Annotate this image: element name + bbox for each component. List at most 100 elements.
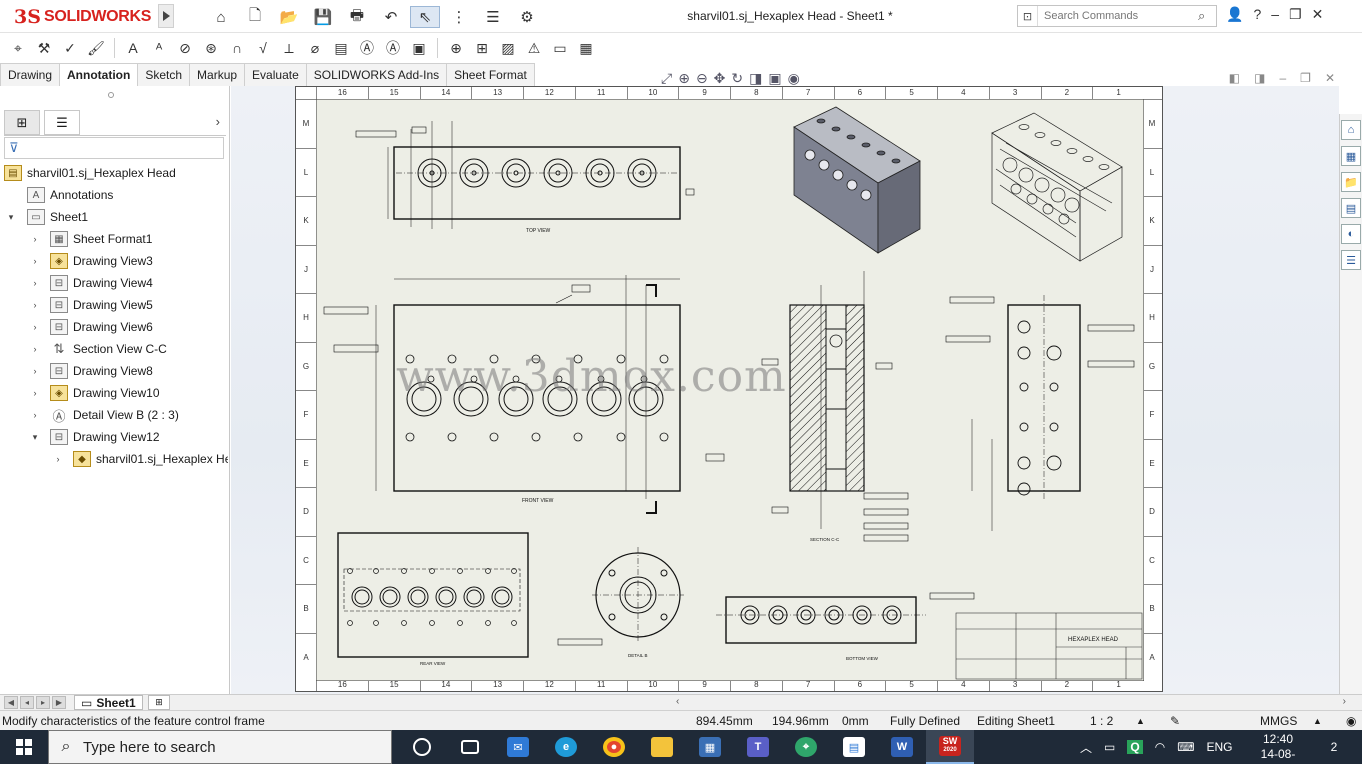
- tree-item-part[interactable]: › ◆ sharvil01.sj_Hexaplex Hea: [0, 448, 228, 470]
- design-library-icon[interactable]: ▦: [1341, 146, 1361, 166]
- area-hatch-icon[interactable]: ▨: [496, 36, 520, 60]
- panel-handle[interactable]: [108, 92, 114, 98]
- search-icon[interactable]: ⌕: [1198, 8, 1216, 24]
- scale-dropdown-icon[interactable]: ▲: [1136, 716, 1145, 726]
- surface-finish-icon[interactable]: √: [251, 36, 275, 60]
- linear-note-pattern-icon[interactable]: ᴬ: [147, 36, 171, 60]
- pan-icon[interactable]: ✥: [714, 70, 726, 87]
- magnetic-line-icon[interactable]: ∩: [225, 36, 249, 60]
- hole-callout-icon[interactable]: ⌀: [303, 36, 327, 60]
- print-icon[interactable]: 🖶: [342, 6, 372, 28]
- revision-symbol-icon[interactable]: ▭: [548, 36, 572, 60]
- units-dropdown-icon[interactable]: ▲: [1313, 716, 1322, 726]
- tab-sketch[interactable]: Sketch: [137, 63, 191, 86]
- tab-annotation[interactable]: Annotation: [59, 63, 139, 86]
- tab-drawing[interactable]: Drawing: [0, 63, 61, 86]
- undo-icon[interactable]: ↶: [376, 6, 406, 28]
- status-units[interactable]: MMGS: [1260, 714, 1297, 728]
- expand-arrow-icon[interactable]: ›: [30, 322, 40, 332]
- first-sheet-icon[interactable]: ◀: [4, 696, 18, 709]
- scroll-right-icon[interactable]: ›: [1343, 696, 1346, 707]
- tab-solidworks-add-ins[interactable]: SOLIDWORKS Add-Ins: [305, 63, 448, 86]
- sheet1-tab[interactable]: ▭ Sheet1: [74, 695, 143, 710]
- feature-tree-tab-icon[interactable]: ⊞: [4, 110, 40, 135]
- chevron-right-icon[interactable]: ›: [216, 114, 220, 129]
- tree-item-section-view[interactable]: › ⇅ Section View C-C: [0, 338, 228, 360]
- search-commands-box[interactable]: ⊡ Search Commands ⌕: [1017, 5, 1217, 27]
- window-restore-icon[interactable]: ❐: [1300, 71, 1311, 85]
- filter-icon[interactable]: ⊽: [4, 137, 224, 159]
- prev-sheet-icon[interactable]: ◂: [20, 696, 34, 709]
- search-commands-input[interactable]: Search Commands: [1038, 10, 1198, 22]
- status-scale[interactable]: 1 : 2: [1090, 714, 1113, 728]
- clock[interactable]: 12:40 14-08-2021: [1250, 732, 1306, 764]
- expand-arrow-icon[interactable]: ›: [30, 410, 40, 420]
- window-minimize-icon[interactable]: –: [1279, 71, 1286, 85]
- wifi-icon[interactable]: ◠: [1155, 740, 1165, 754]
- solidworks-resources-icon[interactable]: ⌂: [1341, 120, 1361, 140]
- file-properties-icon[interactable]: ☰: [478, 6, 508, 28]
- last-sheet-icon[interactable]: ▶: [52, 696, 66, 709]
- save-icon[interactable]: 💾: [308, 6, 338, 28]
- weld-symbol-icon[interactable]: ⟂: [277, 36, 301, 60]
- cortana-icon[interactable]: [398, 730, 446, 764]
- tree-item-drawing-view8[interactable]: › ⊟ Drawing View8: [0, 360, 228, 382]
- tab-markup[interactable]: Markup: [189, 63, 246, 86]
- add-sheet-icon[interactable]: ⊞: [148, 695, 170, 710]
- search-scope-icon[interactable]: ⊡: [1018, 6, 1038, 26]
- horizontal-scrollbar[interactable]: ‹ ›: [676, 696, 1346, 708]
- help-pointer-icon[interactable]: ◉: [1346, 714, 1356, 728]
- calculator-icon[interactable]: ▦: [686, 730, 734, 764]
- zoom-to-fit-icon[interactable]: ⤢: [661, 70, 672, 87]
- tree-item-detail-view[interactable]: › Ⓐ Detail View B (2 : 3): [0, 404, 228, 426]
- tab-sheet-format[interactable]: Sheet Format: [446, 63, 535, 86]
- quick-heal-icon[interactable]: Q: [1127, 740, 1143, 754]
- edge-icon[interactable]: e: [542, 730, 590, 764]
- graphics-area[interactable]: ⤢ ⊕ ⊖ ✥ ↻ ◨ ▣ ◉ ◧ ◨ – ❐ ✕ 16 15 14 13 12 11 10…: [231, 70, 1339, 694]
- tree-item-drawing[interactable]: ▤ sharvil01.sj_Hexaplex Head: [0, 162, 228, 184]
- task-view-icon[interactable]: [446, 730, 494, 764]
- tree-item-sheet1[interactable]: ▾ ▭ Sheet1: [0, 206, 228, 228]
- datum-target-icon[interactable]: Ⓐ: [381, 36, 405, 60]
- window-close-icon[interactable]: ✕: [1325, 71, 1335, 85]
- notifications-icon[interactable]: 2: [1322, 737, 1346, 757]
- drawing-sheet[interactable]: 16 15 14 13 12 11 10 9 8 7 6 5 4 3 2 1 16 15 14 13 12 11 10 9 8…: [295, 86, 1163, 692]
- solidworks-taskbar-icon[interactable]: SW 2020: [926, 730, 974, 764]
- maps-icon[interactable]: ⌖: [782, 730, 830, 764]
- geometric-tolerance-icon[interactable]: ▤: [329, 36, 353, 60]
- language-indicator[interactable]: ENG: [1207, 740, 1233, 754]
- close-icon[interactable]: ✕: [1312, 6, 1324, 23]
- select-pointer-icon[interactable]: ⇖: [410, 6, 440, 28]
- tab-evaluate[interactable]: Evaluate: [244, 63, 307, 86]
- blocks-icon[interactable]: ▣: [407, 36, 431, 60]
- mail-icon[interactable]: ✉: [494, 730, 542, 764]
- tables-icon[interactable]: ▦: [574, 36, 598, 60]
- file-explorer-icon[interactable]: [638, 730, 686, 764]
- open-folder-icon[interactable]: 📂: [274, 6, 304, 28]
- expand-arrow-icon[interactable]: ›: [30, 366, 40, 376]
- format-painter-icon[interactable]: 🖌: [84, 36, 108, 60]
- expand-arrow-icon[interactable]: ›: [30, 344, 40, 354]
- tree-item-drawing-view3[interactable]: › ◈ Drawing View3: [0, 250, 228, 272]
- expand-arrow-icon[interactable]: ›: [30, 388, 40, 398]
- scroll-left-icon[interactable]: ‹: [676, 696, 679, 707]
- tree-item-drawing-view10[interactable]: › ◈ Drawing View10: [0, 382, 228, 404]
- hide-show-icon[interactable]: ◉: [788, 70, 800, 87]
- zoom-in-out-icon[interactable]: ⊖: [696, 70, 708, 87]
- start-button[interactable]: [0, 730, 48, 764]
- window-tile-right-icon[interactable]: ◨: [1254, 71, 1265, 85]
- custom-properties-icon[interactable]: ☰: [1341, 250, 1361, 270]
- collapse-arrow-icon[interactable]: ▾: [30, 432, 40, 443]
- expand-arrow-icon[interactable]: ›: [30, 278, 40, 288]
- revision-cloud-icon[interactable]: ⚠: [522, 36, 546, 60]
- menu-expand-arrow-icon[interactable]: [158, 4, 174, 28]
- zoom-to-area-icon[interactable]: ⊕: [678, 70, 690, 87]
- model-items-icon[interactable]: ⚒: [32, 36, 56, 60]
- tree-item-drawing-view12[interactable]: ▾ ⊟ Drawing View12: [0, 426, 228, 448]
- new-document-icon[interactable]: 🗋: [240, 6, 270, 28]
- note-icon[interactable]: A: [121, 36, 145, 60]
- datum-feature-icon[interactable]: Ⓐ: [355, 36, 379, 60]
- view-palette-icon[interactable]: ▤: [1341, 198, 1361, 218]
- help-icon[interactable]: ?: [1253, 6, 1261, 23]
- rebuild-icon[interactable]: ✎: [1170, 714, 1180, 728]
